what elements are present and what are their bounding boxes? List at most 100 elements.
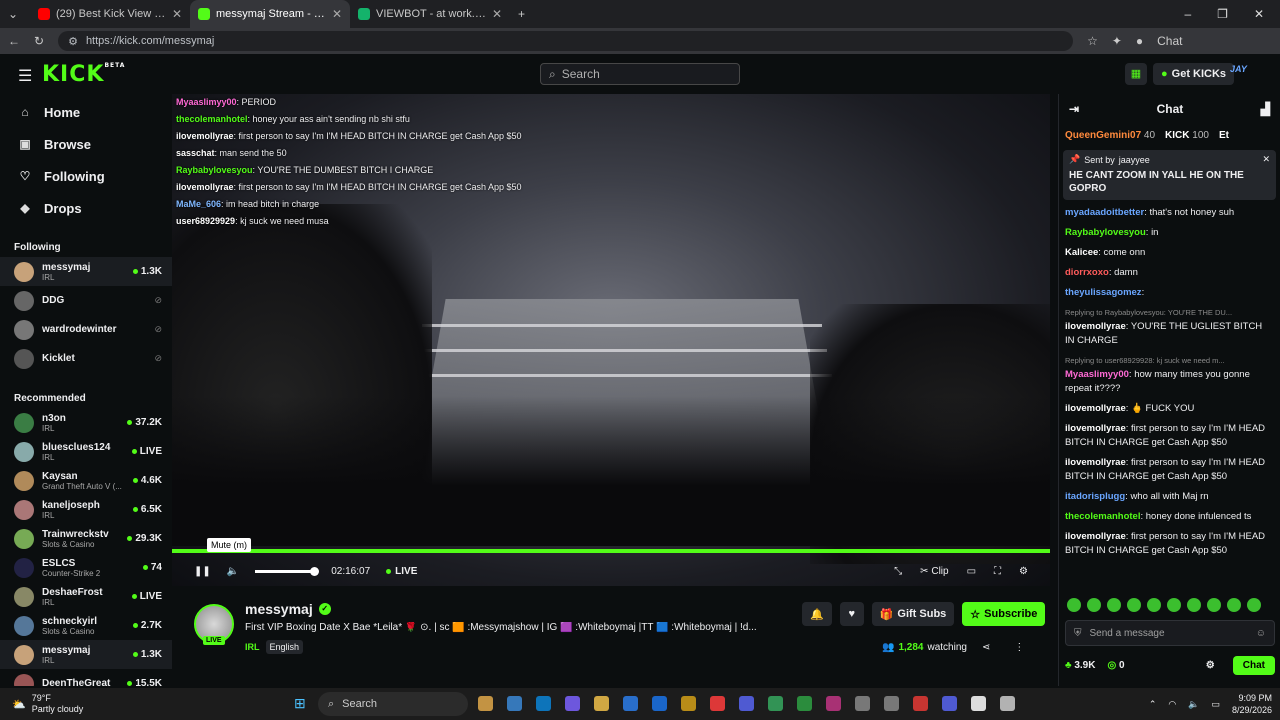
chat-username[interactable]: thecolemanhotel [1065,511,1141,522]
chat-message[interactable]: theyulissagomez: [1065,286,1274,300]
chat-message[interactable]: Replying to user68929928: kj suck we nee… [1065,354,1274,396]
chat-input[interactable]: ⛨ Send a message ☺ [1065,620,1275,646]
battery-icon[interactable]: ▭ [1211,699,1220,710]
language-tag[interactable]: English [265,640,304,654]
emote-icon[interactable] [1147,598,1161,612]
tab-list-button[interactable]: ⌄ [0,0,30,28]
extensions-icon[interactable]: ✦ [1112,34,1122,48]
sidebar-channel[interactable]: ESLCS Counter-Strike 2 74 [0,553,172,582]
emote-icon[interactable] [1107,598,1121,612]
channel-points[interactable]: ♣ 3.9K [1065,660,1095,671]
url-field[interactable]: ⚙ https://kick.com/messymaj [58,31,1074,51]
chat-message[interactable]: thecolemanhotel: honey done infulenced t… [1065,510,1274,524]
gift-subs-button[interactable]: 🎁 Gift Subs [871,602,955,626]
chat-message[interactable]: Raybabylovesyou: in [1065,226,1274,240]
taskbar-app-icon[interactable] [565,696,580,711]
sidebar-channel[interactable]: DDG ⊘ [0,286,172,315]
emote-icon[interactable] [1227,598,1241,612]
taskbar-app-icon[interactable] [797,696,812,711]
windows-start-icon[interactable]: ⊞ [294,695,306,712]
video-player[interactable]: Myaaslimyy00: PERIOD thecolemanhotel: hon… [172,94,1050,586]
taskbar-app-icon[interactable] [913,696,928,711]
wifi-icon[interactable]: ◠ [1168,699,1176,710]
emote-icon[interactable] [1087,598,1101,612]
collapse-chat-icon[interactable]: ⇥ [1069,102,1079,116]
taskbar-app-icon[interactable] [884,696,899,711]
emote-icon[interactable] [1067,598,1081,612]
browser-tab[interactable]: messymaj Stream - Watch Live✕ [190,0,350,28]
subscribe-button[interactable]: ☆ Subscribe [962,602,1046,626]
sidebar-channel[interactable]: DeenTheGreat 15.5K [0,669,172,686]
volume-slider[interactable] [255,566,320,576]
close-tab-icon[interactable]: ✕ [332,7,342,21]
progress-bar[interactable] [172,549,1050,553]
sidebar-channel[interactable]: DeshaeFrost IRL LIVE [0,582,172,611]
chrome-chat-button[interactable]: Chat [1157,34,1182,48]
store-icon[interactable]: ▦ [1125,63,1147,85]
emote-icon[interactable] [1207,598,1221,612]
sidebar-channel[interactable]: wardrodewinter ⊘ [0,315,172,344]
chat-message[interactable]: ilovemollyrae: 🖕 FUCK YOU [1065,402,1274,416]
minimize-icon[interactable]: – [1184,7,1191,21]
chat-username[interactable]: myadaadoitbetter [1065,207,1144,218]
emote-icon[interactable] [1127,598,1141,612]
get-kicks-button[interactable]: ● Get KICKs [1153,63,1235,85]
sidebar-nav-home[interactable]: ⌂ Home [0,96,172,128]
maximize-icon[interactable]: ❐ [1217,7,1228,21]
sidebar-channel[interactable]: messymaj IRL 1.3K [0,640,172,669]
close-tab-icon[interactable]: ✕ [492,7,502,21]
taskbar-app-icon[interactable] [855,696,870,711]
chat-message[interactable]: ilovemollyrae: first person to say I'm I… [1065,456,1274,484]
profile-icon[interactable]: ● [1136,34,1143,48]
taskbar-app-icon[interactable] [681,696,696,711]
sidebar-nav-browse[interactable]: ▣ Browse [0,128,172,160]
browser-tab[interactable]: (29) Best Kick View Bot | Views & F✕ [30,0,190,28]
chat-settings-icon[interactable]: ⚙ [1206,660,1215,671]
leaderboard-entry[interactable]: QueenGemini07 40 [1065,130,1155,141]
share-icon[interactable]: ⋖ [982,642,990,653]
leaderboard-entry[interactable]: KICK 100 [1165,130,1209,141]
chat-message[interactable]: diorrxoxo: damn [1065,266,1274,280]
notification-bell-button[interactable]: 🔔 [802,602,832,626]
chat-username[interactable]: Raybabylovesyou [1065,227,1146,238]
leaderboard-entry[interactable]: Et [1219,130,1229,141]
sidebar-nav-drops[interactable]: ◆ Drops [0,192,172,224]
send-chat-button[interactable]: Chat [1232,655,1275,675]
chat-users-icon[interactable]: ▟ [1261,102,1270,116]
more-options-icon[interactable]: ⋮ [1014,642,1024,653]
chat-message[interactable]: Kalicee: come onn [1065,246,1274,260]
volume-icon[interactable]: 🔈 [227,566,239,577]
weather-widget[interactable]: ⛅ 79°F Partly cloudy [12,693,83,715]
sidebar-channel[interactable]: bluesclues124 IRL LIVE [0,437,172,466]
bookmark-star-icon[interactable]: ☆ [1087,34,1098,48]
category-tag[interactable]: IRL [245,642,260,652]
sidebar-channel[interactable]: Kaysan Grand Theft Auto V (... 4.6K [0,466,172,495]
close-tab-icon[interactable]: ✕ [172,7,182,21]
taskbar-app-icon[interactable] [768,696,783,711]
speaker-icon[interactable]: 🔈 [1188,699,1199,710]
chat-message[interactable]: ilovemollyrae: first person to say I'm I… [1065,422,1274,450]
emote-icon[interactable] [1167,598,1181,612]
fullscreen-icon[interactable]: ⛶ [994,566,1001,577]
chat-username[interactable]: ilovemollyrae [1065,423,1126,434]
chat-username[interactable]: theyulissagomez [1065,287,1142,298]
follow-button[interactable]: ♥ [839,602,864,626]
sidebar-channel[interactable]: n3on IRL 37.2K [0,408,172,437]
chat-message[interactable]: itadorisplugg: who all with Maj rn [1065,490,1274,504]
pinned-user[interactable]: jaayyee [1119,155,1150,165]
clip-button[interactable]: ✂ Clip [920,566,948,577]
streamer-name[interactable]: messymaj [245,601,313,617]
taskbar-app-icon[interactable] [594,696,609,711]
sidebar-channel[interactable]: kaneljoseph IRL 6.5K [0,495,172,524]
taskbar-app-icon[interactable] [652,696,667,711]
chat-message[interactable]: myadaadoitbetter: that's not honey suh [1065,206,1274,220]
chat-username[interactable]: diorrxoxo [1065,267,1109,278]
chat-username[interactable]: itadorisplugg [1065,491,1125,502]
kick-logo[interactable]: KICKBETA [42,62,125,87]
kicks-balance[interactable]: ◎ 0 [1107,660,1124,671]
browser-tab[interactable]: VIEWBOT - at work.ink ✕ [350,0,510,28]
back-icon[interactable]: ← [8,34,20,48]
site-info-icon[interactable]: ⚙ [68,35,78,48]
search-input[interactable]: ⌕ Search [540,63,740,85]
unpin-icon[interactable]: ✕ [1262,154,1270,165]
